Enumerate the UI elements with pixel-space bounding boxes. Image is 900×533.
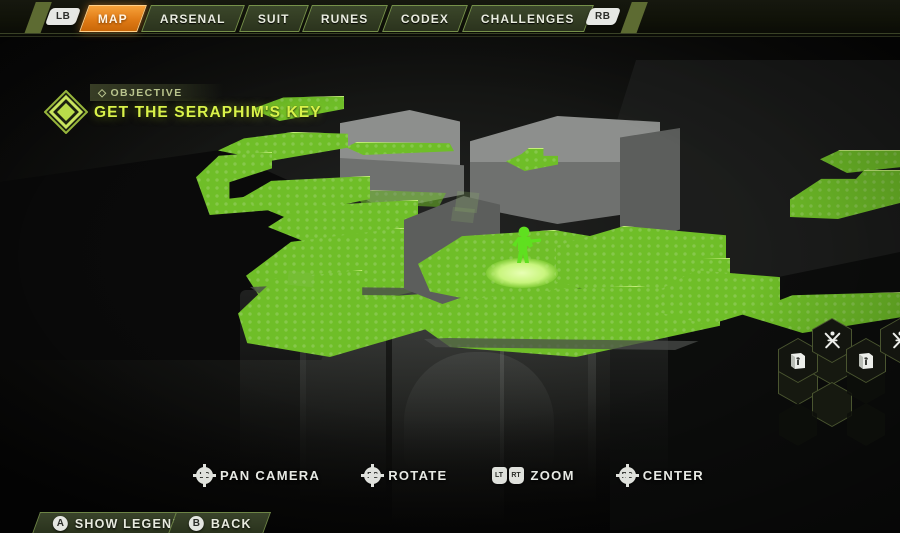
right-bumper-label: RB bbox=[595, 11, 611, 22]
right-bumper-button[interactable]: RB bbox=[584, 8, 622, 25]
map-poi-marker bbox=[451, 206, 475, 224]
a-button-label: A bbox=[56, 518, 64, 529]
tab-list: MAP ARSENAL SUIT RUNES CODEX CHALLENGES bbox=[79, 4, 594, 32]
legend-hex-cluster bbox=[762, 318, 900, 450]
control-hints: LS PAN CAMERA RS ROTATE LT RT ZOOM RS CE… bbox=[0, 462, 900, 488]
bottom-action-bar: A SHOW LEGEND B BACK bbox=[0, 512, 900, 533]
trigger-icons: LT RT bbox=[491, 466, 524, 484]
hex-cell-empty bbox=[779, 403, 817, 446]
crossed-swords-icon bbox=[892, 331, 900, 349]
left-stick-label: LS bbox=[199, 470, 210, 480]
objective-panel: ◇ OBJECTIVE GET THE SERAPHIM'S KEY bbox=[44, 82, 344, 138]
codex-book-icon bbox=[791, 352, 805, 369]
objective-label: OBJECTIVE bbox=[110, 86, 183, 99]
hint-zoom-label: ZOOM bbox=[530, 467, 575, 483]
tab-arsenal[interactable]: ARSENAL bbox=[141, 4, 245, 32]
hint-rotate[interactable]: RS ROTATE bbox=[361, 463, 448, 487]
tab-runes[interactable]: RUNES bbox=[302, 4, 388, 32]
left-trigger-icon: LT bbox=[491, 466, 507, 484]
left-bumper-button[interactable]: LB bbox=[44, 8, 82, 25]
tab-codex[interactable]: CODEX bbox=[382, 4, 469, 32]
hint-pan-camera-label: PAN CAMERA bbox=[220, 467, 321, 483]
tab-codex-label: CODEX bbox=[400, 11, 450, 25]
objective-diamond-icon bbox=[44, 90, 88, 134]
right-stick-label: RS bbox=[367, 470, 379, 480]
right-stick-icon: RS bbox=[361, 463, 385, 487]
objective-bullet-icon: ◇ bbox=[98, 86, 108, 99]
hint-center-label: CENTER bbox=[642, 467, 704, 483]
show-legend-label: SHOW LEGEND bbox=[74, 516, 183, 531]
right-stick-icon: RS bbox=[615, 463, 639, 487]
b-button-icon: B bbox=[188, 516, 204, 531]
tab-map[interactable]: MAP bbox=[79, 4, 147, 32]
left-trigger-label: LT bbox=[494, 471, 504, 479]
b-button-label: B bbox=[192, 518, 200, 529]
map-poi-marker bbox=[287, 270, 315, 288]
tab-arsenal-label: ARSENAL bbox=[159, 11, 226, 25]
hint-pan-camera[interactable]: LS PAN CAMERA bbox=[193, 463, 321, 487]
objective-text: GET THE SERAPHIM'S KEY bbox=[94, 104, 322, 121]
back-label: BACK bbox=[210, 516, 252, 531]
hex-cell-empty bbox=[813, 383, 851, 426]
tab-challenges[interactable]: CHALLENGES bbox=[462, 4, 594, 32]
left-stick-icon: LS bbox=[193, 463, 217, 487]
left-bumper-label: LB bbox=[55, 11, 71, 22]
player-marker-icon bbox=[512, 226, 542, 263]
tab-suit[interactable]: SUIT bbox=[238, 4, 309, 32]
tab-map-label: MAP bbox=[98, 11, 128, 25]
right-stick-label: RS bbox=[621, 470, 633, 480]
tab-runes-label: RUNES bbox=[321, 11, 369, 25]
tab-challenges-label: CHALLENGES bbox=[481, 11, 575, 25]
tab-suit-label: SUIT bbox=[257, 11, 290, 25]
codex-book-icon bbox=[859, 352, 873, 369]
support-pillar bbox=[404, 352, 554, 472]
crossed-swords-icon bbox=[824, 331, 840, 349]
right-trigger-icon: RT bbox=[508, 466, 524, 484]
hint-rotate-label: ROTATE bbox=[388, 467, 448, 483]
right-trigger-label: RT bbox=[511, 471, 521, 479]
hex-cell-empty bbox=[847, 403, 885, 446]
back-button[interactable]: B BACK bbox=[167, 512, 271, 533]
hint-zoom[interactable]: LT RT ZOOM bbox=[491, 466, 575, 484]
hint-center[interactable]: RS CENTER bbox=[615, 463, 704, 487]
map-viewport[interactable] bbox=[0, 0, 900, 533]
a-button-icon: A bbox=[52, 516, 68, 531]
bar-accent-slash bbox=[620, 2, 648, 34]
game-screen: LB MAP ARSENAL SUIT RUNES CODEX CHALLENG… bbox=[0, 0, 900, 533]
top-navigation-bar: LB MAP ARSENAL SUIT RUNES CODEX CHALLENG… bbox=[0, 0, 900, 37]
objective-label-bar: ◇ OBJECTIVE bbox=[90, 84, 223, 101]
